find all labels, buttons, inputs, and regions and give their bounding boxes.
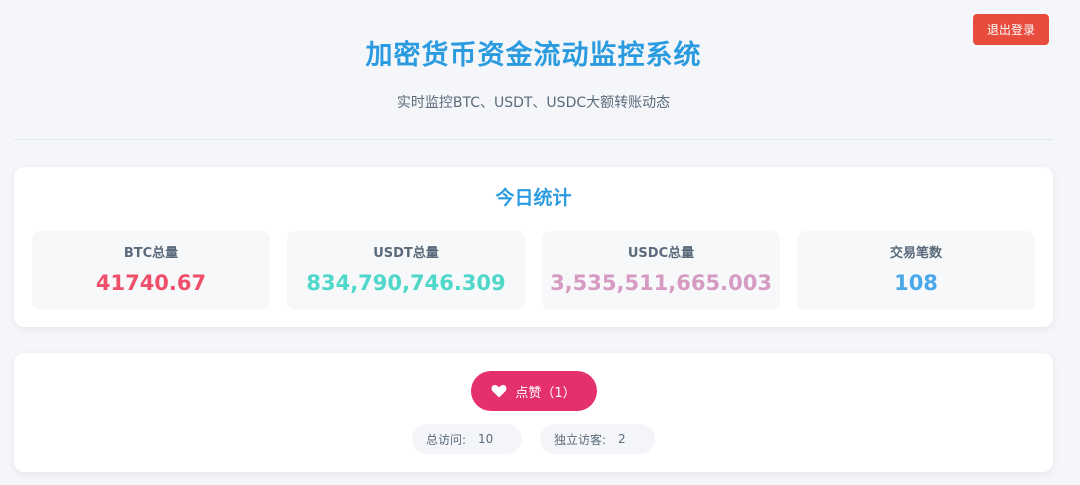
stat-btc: BTC总量 41740.67 [32, 231, 270, 310]
stat-value: 834,790,746.309 [306, 271, 506, 295]
page-subtitle: 实时监控BTC、USDT、USDC大额转账动态 [396, 95, 671, 111]
stat-label: 交易笔数 [889, 246, 942, 261]
total-visits-badge: 总访问: 10 [412, 424, 522, 454]
unique-visitors-value: 2 [618, 432, 626, 446]
stat-tx-count: 交易笔数 108 [797, 231, 1035, 310]
like-label: 点赞（1） [515, 385, 576, 401]
stat-value: 41740.67 [95, 271, 207, 295]
page-title: 加密货币资金流动监控系统 [365, 40, 702, 71]
stat-label: BTC总量 [123, 246, 179, 261]
unique-visitors-badge: 独立访客: 2 [540, 424, 655, 454]
total-visits-label: 总访问: [426, 432, 467, 447]
stats-grid: BTC总量 41740.67 USDT总量 834,790,746.309 US… [32, 231, 1035, 310]
unique-visitors-label: 独立访客: [554, 432, 607, 447]
stat-label: USDC总量 [627, 246, 695, 261]
like-button[interactable]: 点赞（1） [470, 371, 597, 411]
stat-value: 108 [894, 271, 938, 295]
stat-label: USDT总量 [373, 246, 439, 261]
stat-usdc: USDC总量 3,535,511,665.003 [542, 231, 780, 310]
today-stats-card: 今日统计 BTC总量 41740.67 USDT总量 834,790,746.3… [14, 167, 1053, 327]
like-card: 点赞（1） 总访问: 10 独立访客: 2 [14, 353, 1053, 472]
total-visits-value: 10 [478, 432, 494, 446]
logout-button[interactable]: 退出登录 [973, 14, 1049, 45]
stats-title: 今日统计 [495, 187, 572, 209]
stat-value: 3,535,511,665.003 [550, 271, 772, 295]
heart-icon [491, 384, 507, 398]
visit-stats: 总访问: 10 独立访客: 2 [14, 424, 1053, 454]
header: 加密货币资金流动监控系统 实时监控BTC、USDT、USDC大额转账动态 退出登… [14, 0, 1053, 140]
page: 加密货币资金流动监控系统 实时监控BTC、USDT、USDC大额转账动态 退出登… [0, 0, 1080, 485]
stat-usdt: USDT总量 834,790,746.309 [287, 231, 525, 310]
